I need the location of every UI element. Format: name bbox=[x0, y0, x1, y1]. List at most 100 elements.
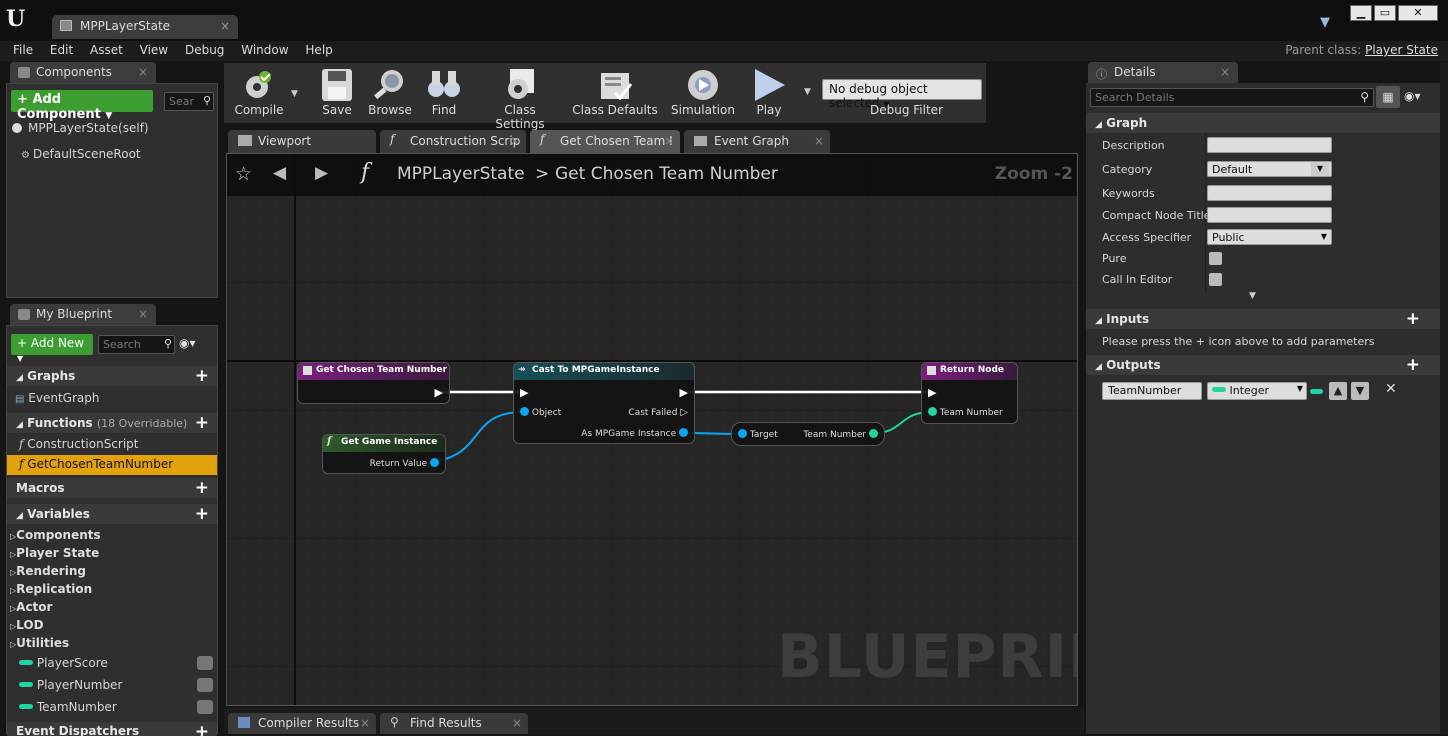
close-tab-icon[interactable]: × bbox=[512, 716, 522, 730]
close-details-icon[interactable]: × bbox=[1220, 65, 1230, 79]
inputs-section-header[interactable]: ◢ Inputs + bbox=[1086, 309, 1440, 329]
eye-visibility-icon[interactable]: ◉▾ bbox=[1404, 89, 1421, 103]
tab-compiler-results[interactable]: Compiler Results × bbox=[228, 713, 376, 734]
team-number-output-pin[interactable]: Team Number bbox=[803, 429, 878, 440]
tab-event-graph[interactable]: Event Graph × bbox=[684, 130, 830, 153]
var-category[interactable]: ▷Utilities bbox=[10, 636, 69, 650]
close-tab-icon[interactable]: × bbox=[664, 134, 674, 148]
my-blueprint-tab[interactable]: My Blueprint × bbox=[10, 304, 156, 325]
details-search-input[interactable]: Search Details ⚲ bbox=[1090, 88, 1374, 107]
forward-arrow-icon[interactable]: ▶ bbox=[315, 163, 328, 183]
add-macro-icon[interactable]: + bbox=[195, 478, 209, 498]
find-button[interactable]: Find bbox=[420, 63, 468, 117]
compile-button[interactable]: Compile bbox=[228, 63, 290, 117]
simulation-button[interactable]: Simulation bbox=[668, 63, 738, 117]
class-defaults-button[interactable]: Class Defaults bbox=[572, 63, 658, 117]
close-components-icon[interactable]: × bbox=[138, 65, 148, 79]
var-category[interactable]: ▷Components bbox=[10, 528, 101, 542]
delete-output-icon[interactable]: ✕ bbox=[1385, 381, 1397, 397]
target-input-pin[interactable]: Target bbox=[738, 429, 778, 440]
call-in-editor-checkbox[interactable] bbox=[1209, 273, 1222, 286]
cast-node[interactable]: ↠ Cast To MPGameInstance ▶ ▶ Object Cast… bbox=[513, 362, 695, 444]
graph-section-header[interactable]: ◢ Graph bbox=[1086, 113, 1440, 133]
variable-item[interactable]: PlayerScore bbox=[19, 656, 215, 670]
pure-checkbox[interactable] bbox=[1209, 252, 1222, 265]
add-function-icon[interactable]: + bbox=[195, 413, 209, 433]
graph-editor[interactable]: ☆ ◀ ▶ f MPPLayerState > Get Chosen Team … bbox=[226, 153, 1078, 706]
close-tab-icon[interactable]: × bbox=[220, 19, 230, 33]
container-type-icon[interactable] bbox=[1310, 389, 1323, 394]
menu-file[interactable]: File bbox=[13, 41, 33, 60]
class-settings-button[interactable]: Class Settings bbox=[478, 63, 562, 131]
eye-closed-icon[interactable] bbox=[197, 678, 213, 692]
tab-find-results[interactable]: ⚲ Find Results × bbox=[380, 713, 528, 734]
maximize-button[interactable]: ▭ bbox=[1374, 5, 1396, 21]
eye-closed-icon[interactable] bbox=[197, 700, 213, 714]
close-my-blueprint-icon[interactable]: × bbox=[138, 307, 148, 321]
var-category[interactable]: ▷Rendering bbox=[10, 564, 86, 578]
close-tab-icon[interactable]: × bbox=[814, 134, 824, 148]
compile-options-chevron-icon[interactable]: ▼ bbox=[291, 89, 298, 99]
menu-debug[interactable]: Debug bbox=[185, 41, 224, 60]
menu-view[interactable]: View bbox=[140, 41, 168, 60]
details-tab[interactable]: ⓘ Details × bbox=[1088, 62, 1238, 83]
close-tab-icon[interactable]: × bbox=[360, 716, 370, 730]
var-category[interactable]: ▷Actor bbox=[10, 600, 52, 614]
tab-construction-script[interactable]: f Construction Scrip × bbox=[380, 130, 526, 153]
breadcrumb-root[interactable]: MPPLayerState bbox=[397, 164, 525, 184]
tab-viewport[interactable]: Viewport bbox=[228, 130, 376, 153]
components-search-input[interactable]: Sear ⚲ bbox=[164, 92, 214, 111]
right-edge-scrollbar[interactable] bbox=[1440, 62, 1448, 734]
close-tab-icon[interactable]: × bbox=[510, 134, 520, 148]
output-name-field[interactable]: TeamNumber bbox=[1102, 382, 1202, 400]
components-tab[interactable]: Components × bbox=[10, 62, 156, 83]
compact-title-field[interactable] bbox=[1207, 207, 1332, 223]
save-button[interactable]: Save bbox=[312, 63, 362, 117]
var-category[interactable]: ▷Player State bbox=[10, 546, 99, 560]
return-value-pin[interactable]: Return Value bbox=[370, 458, 439, 469]
back-arrow-icon[interactable]: ◀ bbox=[273, 163, 286, 183]
exec-out-pin-icon[interactable]: ▶ bbox=[435, 386, 443, 399]
tab-get-chosen-team[interactable]: f Get Chosen Team I × bbox=[530, 130, 680, 153]
output-type-select[interactable]: Integer ▼ bbox=[1207, 382, 1307, 400]
variable-item[interactable]: PlayerNumber bbox=[19, 678, 215, 692]
team-number-getter-node[interactable]: Target Team Number bbox=[731, 422, 885, 446]
as-instance-output-pin[interactable]: As MPGame Instance bbox=[581, 428, 688, 439]
access-specifier-select[interactable]: Public ▼ bbox=[1207, 229, 1332, 245]
graphs-section-header[interactable]: ◢ Graphs + bbox=[7, 366, 217, 386]
outputs-section-header[interactable]: ◢ Outputs + bbox=[1086, 355, 1440, 375]
menu-window[interactable]: Window bbox=[241, 41, 288, 60]
play-button[interactable]: Play bbox=[746, 63, 792, 117]
add-input-icon[interactable]: + bbox=[1406, 309, 1420, 329]
move-down-button[interactable]: ▼ bbox=[1351, 382, 1369, 400]
eye-visibility-icon[interactable]: ◉▾ bbox=[179, 336, 196, 350]
add-component-button[interactable]: + Add Component ▼ bbox=[11, 90, 153, 122]
return-node[interactable]: Return Node ▶ Team Number bbox=[921, 362, 1018, 424]
component-item-self[interactable]: MPPLayerState(self) bbox=[12, 121, 149, 135]
var-category[interactable]: ▷Replication bbox=[10, 582, 92, 596]
function-item-construction[interactable]: f ConstructionScript bbox=[19, 437, 139, 451]
parent-class-link[interactable]: Player State bbox=[1365, 43, 1438, 57]
close-window-button[interactable]: ✕ bbox=[1398, 5, 1438, 21]
get-game-instance-node[interactable]: f Get Game Instance Return Value bbox=[322, 434, 446, 474]
move-up-button[interactable]: ▲ bbox=[1329, 382, 1347, 400]
star-favorite-icon[interactable]: ☆ bbox=[235, 163, 252, 185]
graph-item-eventgraph[interactable]: ▤ EventGraph bbox=[15, 391, 99, 405]
variable-item[interactable]: TeamNumber bbox=[19, 700, 215, 714]
minimize-button[interactable]: ▁ bbox=[1350, 5, 1372, 21]
expand-advanced-icon[interactable]: ▼ bbox=[1249, 291, 1256, 301]
function-entry-node[interactable]: Get Chosen Team Number ▶ bbox=[297, 362, 450, 404]
exec-out-pin-icon[interactable]: ▶ bbox=[680, 386, 688, 399]
menu-edit[interactable]: Edit bbox=[50, 41, 73, 60]
exec-in-pin-icon[interactable]: ▶ bbox=[520, 386, 528, 399]
object-input-pin[interactable]: Object bbox=[520, 407, 561, 418]
function-item-getchosen[interactable]: f GetChosenTeamNumber bbox=[7, 455, 217, 475]
add-graph-icon[interactable]: + bbox=[195, 366, 209, 386]
debug-object-select[interactable]: No debug object selected ▼ bbox=[822, 79, 982, 110]
menu-help[interactable]: Help bbox=[305, 41, 332, 60]
keywords-field[interactable] bbox=[1207, 185, 1332, 201]
functions-section-header[interactable]: ◢ Functions (18 Overridable) + bbox=[7, 413, 217, 433]
my-blueprint-search-input[interactable]: Search ⚲ bbox=[98, 335, 175, 354]
add-new-button[interactable]: + Add New ▼ bbox=[11, 334, 93, 363]
component-item-root[interactable]: ⚙ DefaultSceneRoot bbox=[21, 147, 141, 161]
